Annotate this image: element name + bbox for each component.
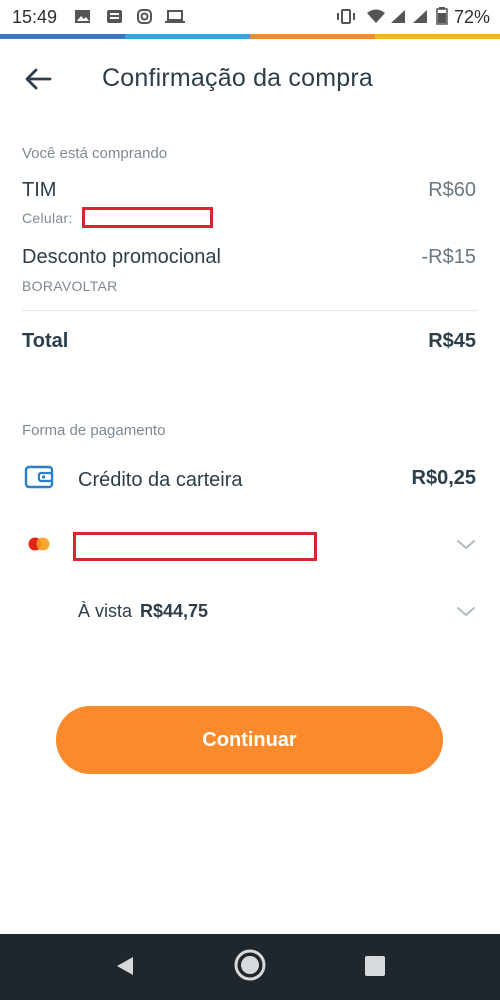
news-icon (107, 10, 122, 23)
signal-icon (413, 10, 427, 23)
battery-percent: 72% (453, 7, 490, 27)
payment-section-label: Forma de pagamento (22, 422, 166, 439)
total-value: R$45 (428, 330, 476, 352)
installment-value: R$44,75 (140, 601, 209, 621)
battery-icon (436, 7, 448, 25)
page-title: Confirmação da compra (102, 64, 373, 92)
instagram-icon (137, 9, 152, 24)
status-time: 15:49 (12, 7, 58, 27)
card-selector[interactable] (20, 520, 480, 570)
discount-code: BORAVOLTAR (22, 278, 118, 294)
color-stripe (0, 34, 125, 39)
back-arrow-icon[interactable] (22, 64, 54, 94)
continue-button[interactable]: Continuar (56, 706, 443, 774)
laptop-icon (165, 10, 185, 23)
mastercard-icon (28, 537, 50, 551)
continue-button-label: Continuar (202, 728, 297, 751)
wallet-icon (24, 465, 54, 489)
signal-icon (391, 10, 405, 23)
phone-label: Celular: (22, 210, 73, 226)
product-name: TIM (22, 179, 57, 201)
installment-prefix: À vista (78, 601, 133, 621)
chevron-down-icon (457, 540, 475, 549)
product-price: R$60 (428, 179, 476, 201)
total-label: Total (22, 330, 69, 352)
wallet-credit-value: R$0,25 (411, 467, 477, 489)
discount-value: -R$15 (421, 246, 476, 268)
purchase-section-label: Você está comprando (22, 145, 168, 162)
status-bar: 15:49 72% (0, 0, 500, 34)
discount-label: Desconto promocional (22, 246, 221, 268)
nav-recents-icon[interactable] (364, 955, 386, 977)
installment-selector[interactable]: À vista R$44,75 (20, 590, 480, 634)
nav-home-icon[interactable] (233, 948, 267, 982)
color-stripe (250, 34, 375, 39)
image-icon (75, 10, 90, 23)
divider (22, 310, 478, 311)
wallet-credit-label: Crédito da carteira (78, 469, 243, 491)
color-stripe (375, 34, 500, 39)
chevron-down-icon (457, 607, 475, 616)
redacted-phone-number (82, 207, 213, 228)
vibrate-icon (337, 9, 355, 24)
redacted-card-number (73, 532, 317, 561)
wifi-icon (367, 9, 385, 23)
nav-back-icon[interactable] (114, 955, 136, 977)
system-nav-bar (0, 934, 500, 1000)
color-stripe (125, 34, 250, 39)
